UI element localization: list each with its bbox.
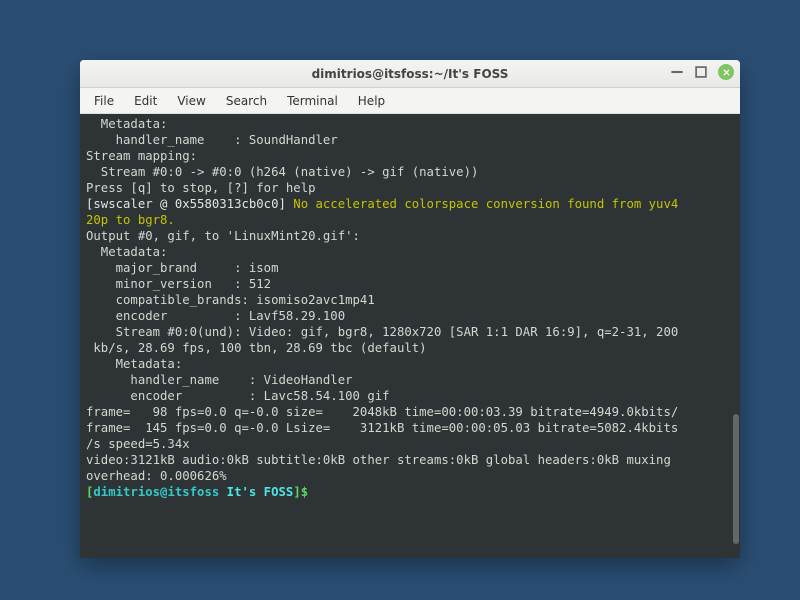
cursor [308,485,315,499]
output-warn: No accelerated colorspace conversion fou… [286,197,678,211]
window-buttons [670,64,734,80]
output-line: Stream #0:0(und): Video: gif, bgr8, 1280… [86,325,678,339]
prompt-bracket-close: ]$ [293,485,308,499]
menu-edit[interactable]: Edit [126,91,165,111]
terminal-viewport[interactable]: Metadata: handler_name : SoundHandler St… [80,114,740,558]
output-line: handler_name : SoundHandler [86,133,338,147]
output-line: frame= 145 fps=0.0 q=-0.0 Lsize= 3121kB … [86,421,678,435]
minimize-button[interactable] [670,65,684,79]
menu-file[interactable]: File [86,91,122,111]
output-line: handler_name : VideoHandler [86,373,353,387]
output-line: Metadata: [86,357,182,371]
maximize-button[interactable] [694,65,708,79]
menu-view[interactable]: View [169,91,213,111]
output-tag: [swscaler @ 0x5580313cb0c0] [86,197,286,211]
output-line: Metadata: [86,117,167,131]
output-line: frame= 98 fps=0.0 q=-0.0 size= 2048kB ti… [86,405,678,419]
menu-search[interactable]: Search [218,91,275,111]
prompt-cwd: It's FOSS [219,485,293,499]
output-line: Press [q] to stop, [?] for help [86,181,316,195]
close-button[interactable] [718,64,734,80]
output-line: Stream mapping: [86,149,197,163]
output-line: Stream #0:0 -> #0:0 (h264 (native) -> gi… [86,165,478,179]
prompt-user-host: dimitrios@itsfoss [93,485,219,499]
menubar: File Edit View Search Terminal Help [80,88,740,114]
terminal-window: dimitrios@itsfoss:~/It's FOSS File Edit … [80,60,740,558]
output-line: Metadata: [86,245,167,259]
menu-terminal[interactable]: Terminal [279,91,346,111]
output-line: kb/s, 28.69 fps, 100 tbn, 28.69 tbc (def… [86,341,427,355]
output-line: video:3121kB audio:0kB subtitle:0kB othe… [86,453,678,467]
scrollbar[interactable] [731,114,739,558]
output-line: encoder : Lavf58.29.100 [86,309,345,323]
titlebar[interactable]: dimitrios@itsfoss:~/It's FOSS [80,60,740,88]
output-line: overhead: 0.000626% [86,469,227,483]
output-line: Output #0, gif, to 'LinuxMint20.gif': [86,229,360,243]
scrollbar-thumb[interactable] [733,414,739,544]
window-title: dimitrios@itsfoss:~/It's FOSS [312,67,509,81]
output-line: major_brand : isom [86,261,279,275]
output-line: compatible_brands: isomiso2avc1mp41 [86,293,375,307]
output-line: encoder : Lavc58.54.100 gif [86,389,390,403]
menu-help[interactable]: Help [350,91,393,111]
output-warn: 20p to bgr8. [86,213,175,227]
output-line: minor_version : 512 [86,277,271,291]
output-line: /s speed=5.34x [86,437,190,451]
